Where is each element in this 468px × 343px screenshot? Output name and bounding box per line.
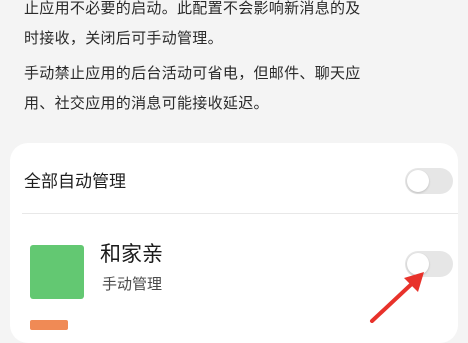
description-paragraph-1: 止应用不必要的启动。此配置不会影响新消息的及 时接收，关闭后可手动管理。 bbox=[24, 0, 454, 53]
description-line-4: 用、社交应用的消息可能接收延迟。 bbox=[24, 94, 269, 112]
app-auto-manage-toggle[interactable] bbox=[405, 251, 453, 277]
all-auto-manage-toggle[interactable] bbox=[405, 168, 453, 194]
toggle-knob bbox=[407, 170, 429, 192]
description-paragraph-2: 手动禁止应用的后台活动可省电，但邮件、聊天应 用、社交应用的消息可能接收延迟。 bbox=[24, 58, 454, 118]
app-status: 手动管理 bbox=[102, 275, 163, 293]
toggle-knob bbox=[407, 253, 429, 275]
description-line-3: 手动禁止应用的后台活动可省电，但邮件、聊天应 bbox=[24, 64, 361, 82]
app-icon-shape bbox=[30, 245, 84, 299]
settings-card: 全部自动管理 和家亲 手动管理 bbox=[10, 143, 458, 343]
app-icon bbox=[30, 245, 84, 299]
next-app-icon-partial bbox=[30, 320, 68, 330]
description-line-1: 止应用不必要的启动。此配置不会影响新消息的及 bbox=[24, 0, 361, 17]
all-auto-manage-label: 全部自动管理 bbox=[24, 172, 126, 192]
divider bbox=[22, 213, 458, 214]
description-line-2: 时接收，关闭后可手动管理。 bbox=[24, 29, 223, 47]
app-name: 和家亲 bbox=[100, 242, 163, 266]
